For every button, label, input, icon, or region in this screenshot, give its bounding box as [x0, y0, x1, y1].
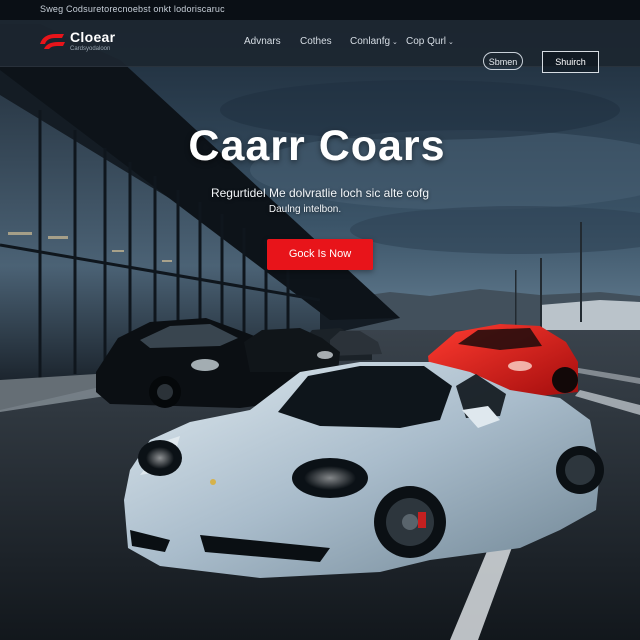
nav-links: Advnars Cothes Conlanfg ⌄ Cop Qurl ⌄	[244, 36, 466, 47]
navigation-bar: Cloear Cardsyodaloon Advnars Cothes Conl…	[0, 20, 640, 73]
nav-link-3-label: Conlanfg	[350, 36, 391, 47]
hero-background-image	[0, 0, 640, 640]
nav-link-3[interactable]: Conlanfg ⌄	[350, 36, 406, 47]
book-now-button[interactable]: Gock Is Now	[267, 239, 373, 270]
sign-in-button[interactable]: Sbmen	[483, 52, 523, 70]
logo-icon	[40, 34, 65, 49]
search-button[interactable]: Shuirch	[542, 51, 599, 73]
nav-link-2[interactable]: Cothes	[300, 36, 350, 47]
hero-title: Caarr Coars	[188, 122, 446, 170]
chevron-down-icon: ⌄	[392, 39, 398, 46]
nav-link-4[interactable]: Cop Qurl ⌄	[406, 36, 466, 47]
brand-logo[interactable]: Cloear Cardsyodaloon	[38, 30, 115, 54]
brand-name: Cloear	[70, 29, 116, 45]
hero-subtitle-line-1: Regurtidel Me dolvratlie loch sic alte c…	[210, 186, 430, 200]
brand-tagline: Cardsyodaloon	[70, 46, 111, 52]
top-info-bar: Sweg Codsuretorecnoebst onkt lodoriscaru…	[0, 0, 640, 20]
page: Sweg Codsuretorecnoebst onkt lodoriscaru…	[0, 0, 640, 640]
nav-link-1[interactable]: Advnars	[244, 36, 300, 47]
top-info-text: Sweg Codsuretorecnoebst onkt lodoriscaru…	[40, 4, 225, 14]
hero-subtitle-line-2: Daulng intelbon.	[268, 204, 342, 215]
chevron-down-icon: ⌄	[448, 39, 454, 46]
nav-link-4-label: Cop Qurl	[406, 36, 447, 47]
